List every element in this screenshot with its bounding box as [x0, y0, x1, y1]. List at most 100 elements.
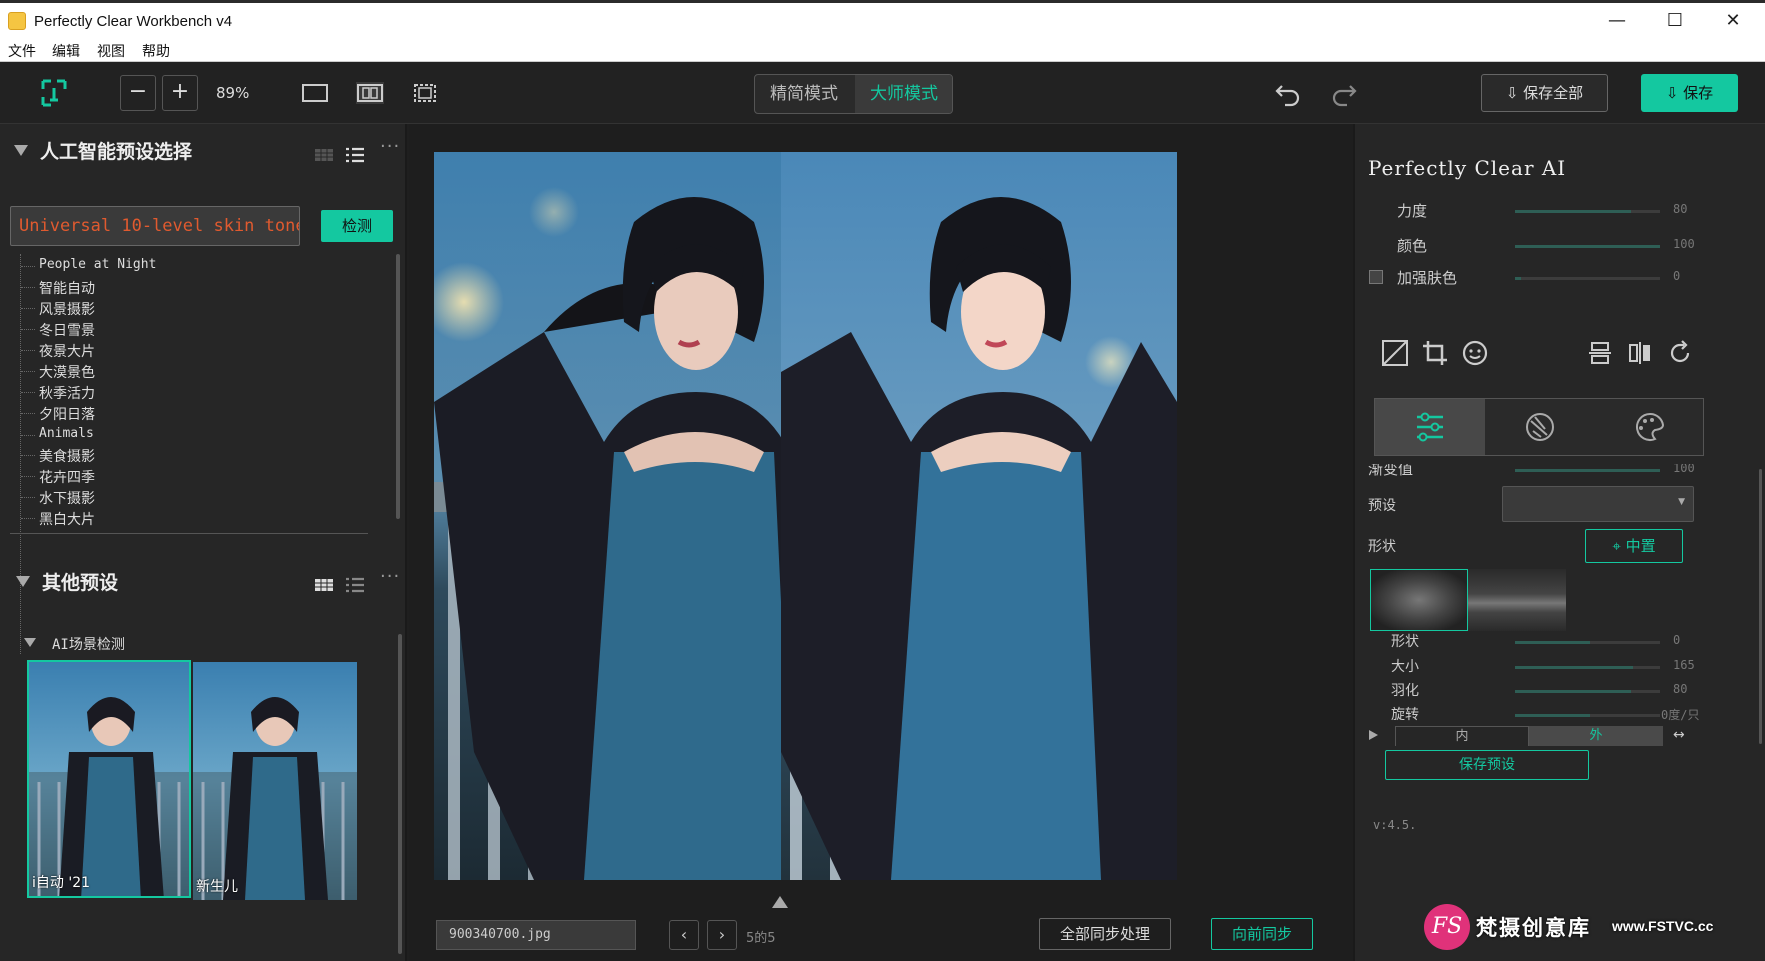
collapse-triangle-icon[interactable]	[16, 576, 30, 587]
preset-item[interactable]: 风景摄影	[21, 299, 95, 319]
shape-radial-option[interactable]	[1370, 569, 1468, 631]
preset-thumbnail[interactable]: 新生儿	[193, 662, 357, 900]
preset-item[interactable]: 美食摄影	[21, 446, 95, 466]
left-panel: 人工智能预设选择 ··· Universal 10-level skin ton…	[0, 124, 407, 961]
slider-value: 0度/只	[1661, 708, 1700, 722]
more-icon[interactable]: ···	[380, 136, 400, 157]
list-view-icon[interactable]	[345, 147, 365, 163]
outer-toggle[interactable]: 外	[1529, 726, 1663, 746]
slider-label: 羽化	[1391, 683, 1419, 699]
shape-slider[interactable]: 形状 0	[1355, 631, 1765, 651]
menu-view[interactable]: 视图	[97, 41, 125, 61]
grid-view-icon[interactable]	[314, 148, 334, 162]
sync-forward-button[interactable]: 向前同步	[1211, 918, 1313, 950]
window-title: Perfectly Clear Workbench v4	[34, 13, 233, 30]
expand-triangle-icon[interactable]	[1369, 730, 1378, 740]
list-view-icon[interactable]	[345, 577, 365, 593]
preset-dropdown[interactable]: ▼	[1502, 486, 1694, 522]
tab-creative[interactable]	[1485, 399, 1595, 455]
preset-item[interactable]: 黑白大片	[21, 509, 95, 529]
sliders-icon	[1417, 412, 1443, 442]
shape-linear-option[interactable]	[1468, 569, 1566, 631]
target-icon: ⌖	[1612, 537, 1621, 555]
more-icon[interactable]: ···	[380, 566, 400, 587]
tab-adjustments[interactable]	[1375, 399, 1485, 455]
panel-scrollbar[interactable]	[1759, 469, 1762, 744]
undo-icon[interactable]	[1273, 78, 1303, 108]
adjustment-tabs	[1374, 398, 1704, 456]
minimize-button[interactable]: —	[1594, 7, 1640, 35]
collapse-triangle-icon[interactable]	[24, 638, 36, 647]
shape-label: 形状	[1368, 539, 1396, 555]
rotate-slider[interactable]: 旋转 0度/只	[1355, 704, 1765, 724]
detect-button[interactable]: 检测	[321, 210, 393, 242]
preset-item[interactable]: 花卉四季	[21, 467, 95, 487]
preset-item[interactable]: 智能自动	[21, 278, 95, 298]
sync-all-button[interactable]: 全部同步处理	[1039, 918, 1171, 950]
face-icon[interactable]	[1461, 339, 1489, 367]
preset-scrollbar[interactable]	[396, 254, 400, 519]
thumbnail-image	[29, 662, 189, 896]
strength-slider[interactable]: 力度 80	[1355, 200, 1765, 220]
single-view-icon[interactable]	[301, 82, 329, 104]
skin-tone-slider[interactable]: 加强肤色 0	[1355, 267, 1765, 287]
maximize-button[interactable]: ☐	[1652, 7, 1698, 35]
inner-toggle[interactable]: 内	[1395, 726, 1529, 746]
grid-view-icon[interactable]	[314, 578, 334, 592]
preset-item[interactable]: 秋季活力	[21, 383, 95, 403]
slider-value: 100	[1673, 237, 1695, 251]
color-slider[interactable]: 颜色 100	[1355, 235, 1765, 255]
zoom-out-button[interactable]: −	[120, 75, 156, 111]
panel-toggle-icon[interactable]	[772, 896, 788, 908]
size-slider[interactable]: 大小 165	[1355, 656, 1765, 676]
slider-value: 100	[1673, 464, 1695, 475]
flip-horizontal-icon[interactable]	[1626, 339, 1654, 367]
preset-item[interactable]: 水下摄影	[21, 488, 95, 508]
other-presets-scrollbar[interactable]	[398, 634, 402, 954]
rotate-icon[interactable]	[1666, 339, 1694, 367]
split-view-icon[interactable]	[356, 82, 384, 104]
watermark-logo: FS	[1424, 904, 1470, 950]
save-all-button[interactable]: ⇩ 保存全部	[1481, 74, 1608, 112]
after-image[interactable]	[781, 152, 1177, 880]
preset-search-input[interactable]: Universal 10-level skin tone	[10, 206, 300, 246]
menu-edit[interactable]: 编辑	[52, 41, 80, 61]
app-logo-icon[interactable]	[40, 78, 68, 108]
curves-icon[interactable]	[1381, 339, 1409, 367]
chevron-down-icon: ▼	[1678, 497, 1685, 507]
preset-item[interactable]: 冬日雪景	[21, 320, 95, 340]
center-button[interactable]: ⌖ 中置	[1585, 529, 1683, 563]
crop-view-icon[interactable]	[411, 82, 439, 104]
simple-mode-button[interactable]: 精简模式	[755, 75, 853, 113]
save-button[interactable]: ⇩ 保存	[1641, 74, 1738, 112]
page-indicator: 5的5	[746, 931, 776, 946]
preset-item[interactable]: 夕阳日落	[21, 404, 95, 424]
zoom-in-button[interactable]: +	[162, 75, 198, 111]
skin-tone-checkbox[interactable]	[1369, 270, 1383, 284]
ai-scene-label: AI场景检测	[52, 637, 125, 653]
swap-arrows-icon[interactable]: ↔	[1673, 727, 1685, 743]
preset-item[interactable]: 大漠景色	[21, 362, 95, 382]
master-mode-button[interactable]: 大师模式	[855, 75, 952, 113]
preset-thumbnail[interactable]: i自动 '21	[27, 660, 191, 898]
close-button[interactable]: ✕	[1710, 7, 1756, 35]
flip-vertical-icon[interactable]	[1586, 339, 1614, 367]
collapse-triangle-icon[interactable]	[14, 145, 28, 156]
prev-image-button[interactable]: ‹	[669, 920, 699, 950]
crop-icon[interactable]	[1421, 339, 1449, 367]
file-select[interactable]: 900340700.jpg	[436, 920, 636, 950]
preset-item[interactable]: People at Night	[21, 257, 156, 272]
redo-icon[interactable]	[1329, 78, 1359, 108]
preset-item[interactable]: Animals	[21, 426, 94, 441]
next-image-button[interactable]: ›	[707, 920, 737, 950]
menu-help[interactable]: 帮助	[142, 41, 170, 61]
slider-value: 0	[1673, 269, 1681, 283]
save-preset-button[interactable]: 保存预设	[1385, 750, 1589, 780]
slider-value: 0	[1673, 633, 1681, 647]
feather-slider[interactable]: 羽化 80	[1355, 680, 1765, 700]
preset-item[interactable]: 夜景大片	[21, 341, 95, 361]
gradient-slider[interactable]: 渐变值 100	[1355, 464, 1765, 478]
menu-file[interactable]: 文件	[8, 41, 36, 61]
tab-effects[interactable]	[1595, 399, 1705, 455]
other-presets-title: 其他预设	[42, 572, 119, 594]
